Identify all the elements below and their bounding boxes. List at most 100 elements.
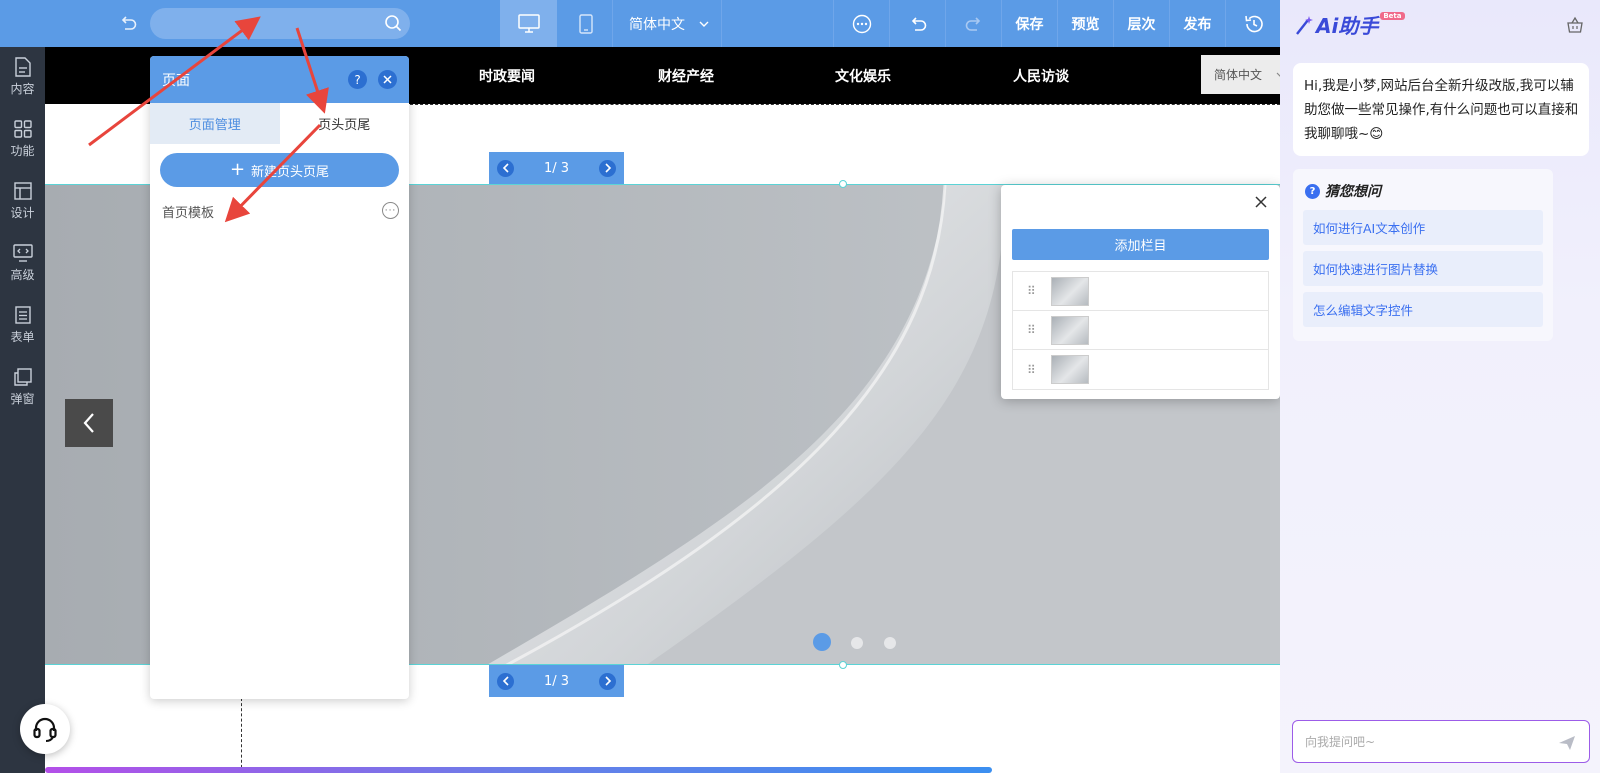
slide-thumbnail (1051, 315, 1089, 345)
slider-dot-active[interactable] (813, 633, 831, 651)
rail-label: 弹窗 (10, 392, 35, 406)
template-item[interactable]: 首页模板 ··· (150, 199, 409, 223)
sparkle-icon (1296, 15, 1313, 35)
resize-handle[interactable] (839, 661, 847, 669)
slide-thumbnail (1051, 355, 1089, 384)
slide-row[interactable]: ⠿ (1013, 272, 1268, 311)
rail-item-design[interactable]: 设计 (0, 171, 45, 231)
plus-icon: + (229, 159, 246, 180)
chevron-left-icon (502, 163, 509, 173)
code-monitor-icon (12, 244, 33, 262)
language-label: 简体中文 (629, 16, 685, 33)
search-icon[interactable] (384, 14, 402, 32)
nav-link[interactable]: 时政要闻 (479, 66, 535, 86)
pager-prev-button[interactable] (497, 672, 514, 690)
nav-link[interactable]: 文化娱乐 (835, 66, 891, 86)
slider-dot[interactable] (884, 637, 896, 649)
form-icon (14, 306, 31, 324)
ai-title-text: Ai助手 (1316, 14, 1379, 38)
slider-dot[interactable] (851, 637, 863, 649)
rail-item-popup[interactable]: 弹窗 (0, 357, 45, 417)
mobile-icon (578, 13, 593, 34)
close-icon[interactable] (1254, 195, 1268, 209)
history-icon (1244, 15, 1263, 32)
pager-label: 1/ 3 (543, 673, 570, 689)
rail-label: 功能 (10, 144, 35, 158)
section-divider (400, 104, 1280, 105)
language-select[interactable]: 简体中文 (612, 0, 722, 47)
slide-row[interactable]: ⠿ (1013, 311, 1268, 350)
ai-title: Ai助手 Beta (1294, 10, 1405, 39)
ai-assistant-panel: Ai助手 Beta Hi,我是小梦,网站后台全新升级改版,我可以辅助您做一些常见… (1280, 0, 1600, 773)
ai-greeting-message: Hi,我是小梦,网站后台全新升级改版,我可以辅助您做一些常见操作,有什么问题也可… (1293, 63, 1589, 156)
customer-support-button[interactable] (20, 704, 70, 754)
resize-handle[interactable] (839, 180, 847, 188)
more-options-icon[interactable]: ··· (382, 202, 399, 219)
help-button[interactable]: ? (348, 70, 367, 89)
suggestion-item[interactable]: 如何进行AI文本创作 (1303, 210, 1543, 245)
pager-next-button[interactable] (599, 159, 616, 177)
publish-button[interactable]: 发布 (1169, 0, 1225, 47)
redo-button[interactable] (945, 0, 1001, 47)
ai-chat-input[interactable] (1305, 731, 1545, 753)
drag-handle-icon[interactable]: ⠿ (1027, 284, 1051, 298)
basket-icon[interactable] (1566, 16, 1584, 34)
panel-tabs: 页面管理 页头页尾 (150, 103, 409, 144)
drag-handle-icon[interactable]: ⠿ (1027, 363, 1051, 377)
suggestion-item[interactable]: 如何快速进行图片替换 (1303, 251, 1543, 286)
desktop-view-button[interactable] (500, 0, 557, 47)
more-button[interactable] (833, 0, 889, 47)
suggestion-item[interactable]: 怎么编辑文字控件 (1303, 292, 1543, 327)
tab-page-management[interactable]: 页面管理 (150, 103, 280, 144)
suggested-title-text: 猜您想问 (1325, 184, 1381, 200)
top-toolbar: 简体中文 保存 预览 层次 发布 (0, 0, 1280, 47)
mobile-view-button[interactable] (557, 0, 614, 47)
rail-label: 表单 (10, 330, 35, 344)
tab-header-footer[interactable]: 页头页尾 (279, 103, 409, 144)
drag-handle-icon[interactable]: ⠿ (1027, 323, 1051, 337)
rail-item-content[interactable]: 内容 (0, 47, 45, 107)
beta-badge: Beta (1380, 11, 1405, 20)
panel-close-button[interactable] (378, 70, 397, 89)
slide-pager-top: 1/ 3 (489, 152, 624, 184)
grid-icon (13, 120, 32, 138)
nav-link[interactable]: 财经产经 (658, 66, 714, 86)
pager-label: 1/ 3 (543, 160, 570, 176)
more-icon (852, 14, 871, 33)
rail-item-form[interactable]: 表单 (0, 295, 45, 355)
left-rail: 内容 功能 设计 高级 表单 弹窗 (0, 47, 45, 773)
slide-row[interactable]: ⠿ (1013, 350, 1268, 389)
undo-icon (911, 16, 926, 31)
document-icon (14, 57, 31, 77)
send-icon[interactable] (1557, 733, 1577, 753)
preview-button[interactable]: 预览 (1057, 0, 1113, 47)
slider-prev-button[interactable] (65, 399, 113, 447)
desktop-icon (517, 13, 540, 33)
new-button-label: 新建页头页尾 (251, 164, 330, 180)
chevron-left-icon (502, 676, 509, 686)
add-column-button[interactable]: 添加栏目 (1012, 229, 1269, 260)
back-icon[interactable] (116, 12, 140, 36)
layers-button[interactable]: 层次 (1113, 0, 1169, 47)
pager-next-button[interactable] (599, 672, 616, 690)
chevron-down-icon (699, 21, 709, 27)
redo-icon (965, 16, 980, 31)
guide-line (241, 698, 242, 773)
rail-item-function[interactable]: 功能 (0, 109, 45, 169)
page-panel: 页面 ? 页面管理 页头页尾 + 新建页头页尾 首页模板 ··· (150, 56, 409, 699)
nav-link[interactable]: 人民访谈 (1013, 66, 1069, 86)
rail-item-advanced[interactable]: 高级 (0, 233, 45, 293)
headset-icon (33, 717, 57, 742)
rail-label: 高级 (10, 268, 35, 282)
pager-prev-button[interactable] (497, 159, 514, 177)
progress-bar (45, 767, 992, 773)
question-icon: ? (1305, 183, 1320, 199)
history-button[interactable] (1225, 0, 1281, 47)
chevron-right-icon (604, 676, 611, 686)
search-box[interactable] (150, 8, 410, 39)
panel-title: 页面 (162, 72, 190, 89)
slide-thumbnail (1051, 276, 1089, 306)
undo-button[interactable] (889, 0, 945, 47)
new-header-footer-button[interactable]: + 新建页头页尾 (160, 153, 399, 187)
save-button[interactable]: 保存 (1001, 0, 1057, 47)
